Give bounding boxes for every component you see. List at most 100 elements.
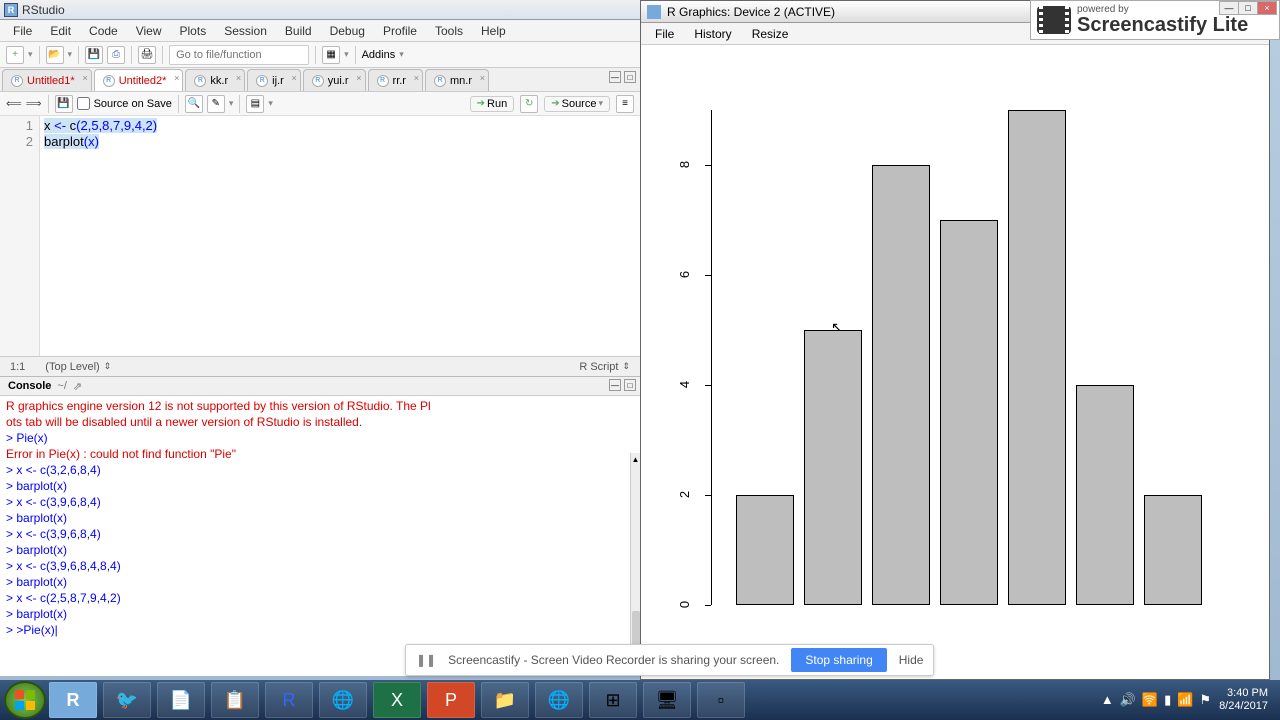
print-button[interactable]: 🖨 <box>138 46 156 64</box>
save-button[interactable]: 💾 <box>85 46 103 64</box>
stop-sharing-button[interactable]: Stop sharing <box>791 648 886 672</box>
flag-icon[interactable]: ⚑ <box>1199 692 1211 708</box>
task-app-3[interactable]: 🖥 <box>643 682 691 718</box>
tab-ij[interactable]: Rij.r× <box>247 69 301 91</box>
line-gutter: 12 <box>0 116 40 356</box>
network-icon[interactable]: 🛜 <box>1142 692 1158 708</box>
task-explorer[interactable]: 📁 <box>481 682 529 718</box>
r-file-icon: R <box>377 75 389 87</box>
tab-kk[interactable]: Rkk.r× <box>185 69 245 91</box>
run-button[interactable]: ➔Run <box>470 96 515 112</box>
signal-icon[interactable]: 📶 <box>1177 692 1193 708</box>
goto-input[interactable] <box>169 45 309 65</box>
bar <box>1076 385 1134 605</box>
maximize-pane-icon[interactable]: □ <box>624 379 636 391</box>
source-on-save-checkbox[interactable] <box>77 97 90 110</box>
menu-debug[interactable]: Debug <box>321 22 374 40</box>
menu-edit[interactable]: Edit <box>41 22 80 40</box>
menu-session[interactable]: Session <box>215 22 276 40</box>
code-content[interactable]: x <- c(2,5,8,7,9,4,2) barplot(x) <box>40 116 640 356</box>
task-notepad[interactable]: 📄 <box>157 682 205 718</box>
r-file-icon: R <box>194 75 206 87</box>
hide-button[interactable]: Hide <box>899 653 924 667</box>
close-icon[interactable]: × <box>480 73 485 83</box>
task-app-2[interactable]: ⊞ <box>589 682 637 718</box>
close-icon[interactable]: × <box>236 73 241 83</box>
source-button[interactable]: ➔Source ▾ <box>544 96 610 112</box>
clock[interactable]: 3:40 PM 8/24/2017 <box>1219 687 1268 713</box>
scope-label[interactable]: (Top Level) <box>45 361 99 373</box>
menu-build[interactable]: Build <box>276 22 321 40</box>
min-icon[interactable]: — <box>1219 1 1239 15</box>
task-chrome[interactable]: 🌐 <box>319 682 367 718</box>
save-all-button[interactable]: ⎙ <box>107 46 125 64</box>
gmenu-file[interactable]: File <box>645 25 684 43</box>
task-rstudio[interactable]: R <box>49 682 97 718</box>
tab-rr[interactable]: Rrr.r× <box>368 69 423 91</box>
y-tick-label: 0 <box>677 601 692 608</box>
max-icon[interactable]: □ <box>1238 1 1258 15</box>
task-powerpoint[interactable]: P <box>427 682 475 718</box>
close-icon[interactable]: × <box>82 73 87 83</box>
start-button[interactable] <box>4 681 46 719</box>
task-rgui[interactable]: R <box>265 682 313 718</box>
screen-share-banner: ❚❚ Screencastify - Screen Video Recorder… <box>405 644 934 676</box>
addins-button[interactable]: Addins <box>362 49 396 61</box>
tray-up-icon[interactable]: ▲ <box>1101 692 1114 708</box>
tab-yui[interactable]: Ryui.r× <box>303 69 366 91</box>
minimize-pane-icon[interactable]: — <box>609 379 621 391</box>
battery-icon[interactable]: ▮ <box>1164 692 1171 708</box>
back-icon[interactable]: ⟸ <box>6 97 22 110</box>
new-file-button[interactable]: + <box>6 46 24 64</box>
console-header: Console ~/ ⇗ —□ <box>0 376 640 396</box>
editor-status-bar: 1:1 (Top Level) ⇕ R Script ⇕ <box>0 356 640 376</box>
cursor-pos: 1:1 <box>10 361 25 373</box>
outline-button[interactable]: ≡ <box>616 95 634 113</box>
task-chrome-2[interactable]: 🌐 <box>535 682 583 718</box>
scroll-up-icon[interactable]: ▲ <box>631 453 640 465</box>
main-toolbar: + ▾ 📂 ▾ 💾 ⎙ 🖨 ▦ ▾ Addins ▾ <box>0 42 640 68</box>
close-icon[interactable]: × <box>174 73 179 83</box>
tab-mn[interactable]: Rmn.r× <box>425 69 489 91</box>
close-icon[interactable]: × <box>291 73 296 83</box>
rstudio-titlebar[interactable]: R RStudio <box>0 0 640 20</box>
notebook-button[interactable]: ▤ <box>246 95 264 113</box>
task-app-1[interactable]: 🐦 <box>103 682 151 718</box>
menu-view[interactable]: View <box>127 22 171 40</box>
rerun-button[interactable]: ↻ <box>520 95 538 113</box>
menu-help[interactable]: Help <box>472 22 515 40</box>
console-body[interactable]: R graphics engine version 12 is not supp… <box>0 396 640 676</box>
r-file-icon: R <box>312 75 324 87</box>
wand-button[interactable]: ✎ <box>207 95 225 113</box>
filetype-label[interactable]: R Script <box>579 361 618 373</box>
fwd-icon[interactable]: ⟹ <box>26 97 42 110</box>
console-scrollbar[interactable]: ▲ ▼ <box>630 453 640 663</box>
tab-untitled1[interactable]: RUntitled1*× <box>2 69 92 91</box>
menu-code[interactable]: Code <box>80 22 127 40</box>
popout-icon[interactable]: ⇗ <box>73 380 82 393</box>
close-icon[interactable]: × <box>1257 1 1277 15</box>
pause-icon[interactable]: ❚❚ <box>416 653 436 667</box>
grid-button[interactable]: ▦ <box>322 46 340 64</box>
task-project[interactable]: 📋 <box>211 682 259 718</box>
menu-profile[interactable]: Profile <box>374 22 426 40</box>
close-icon[interactable]: × <box>414 73 419 83</box>
tab-untitled2[interactable]: RUntitled2*× <box>94 69 184 91</box>
gmenu-resize[interactable]: Resize <box>742 25 799 43</box>
menu-tools[interactable]: Tools <box>426 22 472 40</box>
menu-file[interactable]: File <box>4 22 41 40</box>
task-app-4[interactable]: ▫ <box>697 682 745 718</box>
find-button[interactable]: 🔍 <box>185 95 203 113</box>
task-excel[interactable]: X <box>373 682 421 718</box>
save-script-button[interactable]: 💾 <box>55 95 73 113</box>
editor-area[interactable]: 12 x <- c(2,5,8,7,9,4,2) barplot(x) <box>0 116 640 356</box>
bar <box>804 330 862 605</box>
volume-icon[interactable]: 🔊 <box>1120 692 1136 708</box>
menu-bar: File Edit Code View Plots Session Build … <box>0 20 640 42</box>
menu-plots[interactable]: Plots <box>171 22 216 40</box>
minimize-pane-icon[interactable]: — <box>609 71 621 83</box>
maximize-pane-icon[interactable]: □ <box>624 71 636 83</box>
gmenu-history[interactable]: History <box>684 25 741 43</box>
open-file-button[interactable]: 📂 <box>46 46 64 64</box>
close-icon[interactable]: × <box>356 73 361 83</box>
